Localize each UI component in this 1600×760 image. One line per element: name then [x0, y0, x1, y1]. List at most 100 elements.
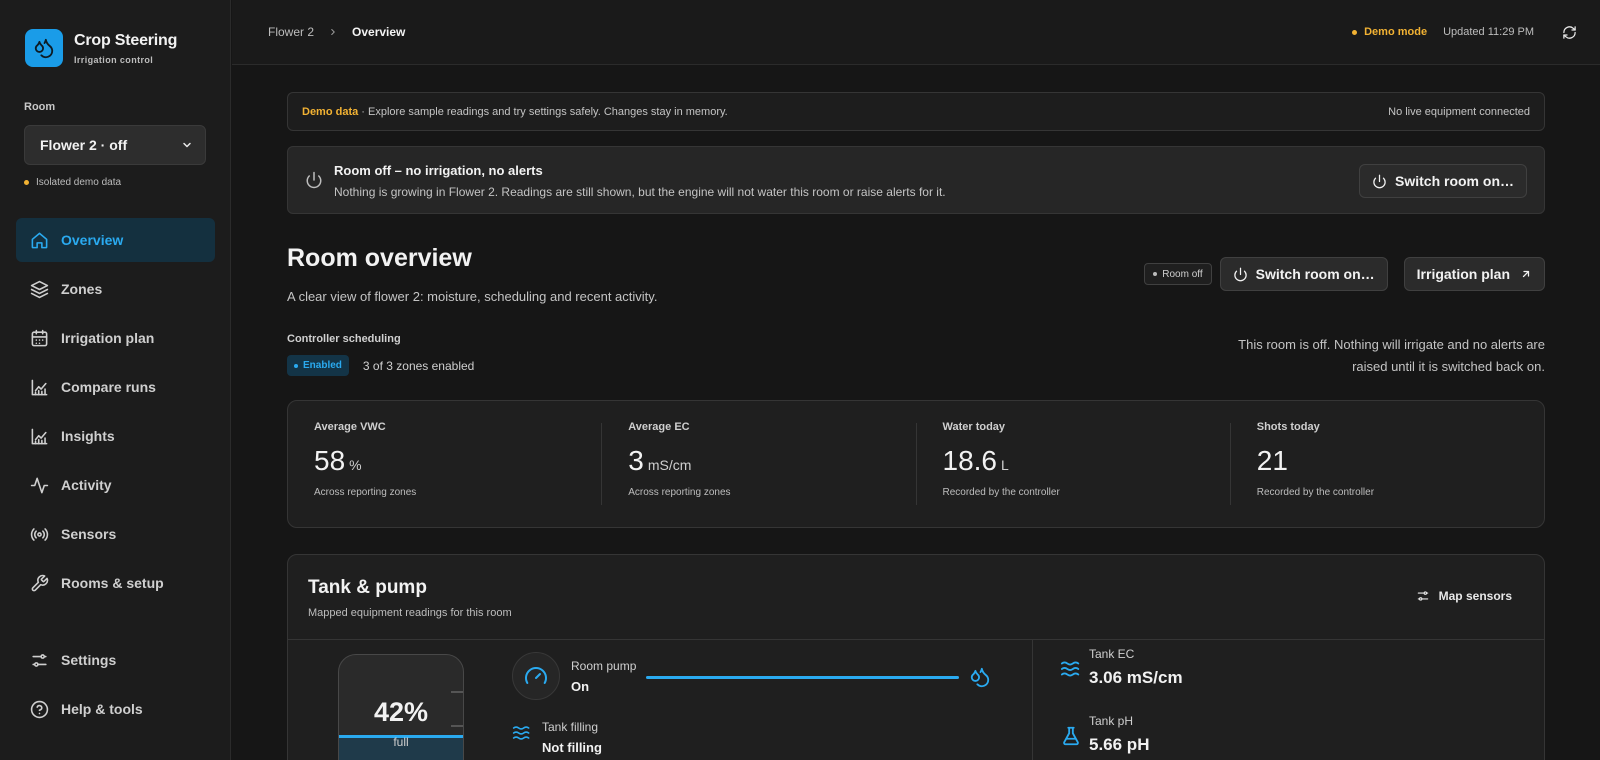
sidebar-item-label: Activity	[61, 477, 112, 493]
brand[interactable]: Crop Steering Irrigation control	[25, 29, 177, 67]
arrow-up-right-icon	[1520, 268, 1532, 280]
stat-label: Shots today	[1256, 421, 1320, 433]
irrigation-plan-label: Irrigation plan	[1416, 266, 1510, 282]
sidebar-item-label: Help & tools	[61, 701, 143, 717]
chevron-down-icon	[181, 139, 193, 151]
stat-value: 58	[314, 445, 346, 476]
chart-icon	[29, 377, 49, 397]
chevron-right-icon	[328, 27, 338, 37]
status-dot	[1153, 272, 1158, 276]
sidebar-item-label: Insights	[61, 428, 115, 444]
no-equipment-note: No live equipment connected	[1388, 105, 1530, 118]
power-icon	[1372, 174, 1387, 189]
pump-status: On	[571, 679, 590, 694]
sidebar-item-zones[interactable]: Zones	[16, 267, 215, 311]
refresh-icon[interactable]	[1560, 23, 1578, 41]
sidebar-item-irrigation-plan[interactable]: Irrigation plan	[16, 316, 215, 360]
pump-label: Room pump	[571, 659, 637, 673]
room-select[interactable]: Flower 2 · off	[24, 125, 206, 165]
demo-banner-text: · Explore sample readings and try settin…	[358, 105, 728, 118]
sidebar-item-overview[interactable]: Overview	[16, 218, 215, 262]
tank-filling-label: Tank filling	[542, 720, 599, 734]
controller-scheduling-row: Enabled 3 of 3 zones enabled	[287, 355, 474, 376]
room-off-alert: Room off – no irrigation, no alerts Noth…	[287, 146, 1545, 214]
status-dot	[24, 180, 29, 185]
enabled-badge-text: Enabled	[303, 360, 342, 371]
home-icon	[29, 230, 49, 250]
sliders-icon	[1416, 589, 1430, 603]
stat-unit: mS/cm	[647, 457, 692, 473]
main-content: Demo data · Explore sample readings and …	[287, 92, 1545, 760]
breadcrumb-current: Overview	[352, 25, 406, 39]
stat-average-ec: Average EC 3 mS/cm Across reporting zones	[601, 421, 915, 505]
waves-icon	[1060, 658, 1082, 680]
calendar-icon	[29, 328, 49, 348]
tank-ph-label: Tank pH	[1089, 714, 1134, 728]
sidebar-item-help-tools[interactable]: Help & tools	[16, 687, 215, 731]
brand-title: Crop Steering	[74, 31, 178, 49]
pump-flow-line	[646, 676, 959, 679]
tank-ec-value: 3.06 mS/cm	[1089, 668, 1183, 687]
power-icon	[1233, 267, 1248, 282]
page-title: Room overview	[287, 244, 472, 272]
switch-room-on-label: Switch room on…	[1255, 266, 1375, 282]
sidebar-item-rooms-setup[interactable]: Rooms & setup	[16, 561, 215, 605]
room-select-value: Flower 2 · off	[40, 137, 128, 153]
layers-icon	[29, 279, 49, 299]
room-status-badge: Room off	[1144, 263, 1212, 285]
stat-caption: Recorded by the controller	[1256, 487, 1375, 498]
tank-level-word: full	[393, 735, 409, 749]
stat-label: Water today	[942, 421, 1006, 433]
switch-room-on-button[interactable]: Switch room on…	[1359, 164, 1527, 198]
gauge-icon	[512, 652, 560, 700]
sidebar-item-sensors[interactable]: Sensors	[16, 512, 215, 556]
sidebar-item-settings[interactable]: Settings	[16, 638, 215, 682]
sidebar-item-label: Rooms & setup	[61, 575, 164, 591]
help-icon	[29, 699, 49, 719]
sidebar: Crop Steering Irrigation control Room Fl…	[0, 0, 231, 760]
stat-caption: Across reporting zones	[628, 487, 731, 498]
sliders-icon	[29, 650, 49, 670]
sidebar-item-compare-runs[interactable]: Compare runs	[16, 365, 215, 409]
stat-unit: %	[349, 457, 362, 473]
tank-pump-panel: Tank & pump Mapped equipment readings fo…	[287, 554, 1545, 760]
isolated-note: Isolated demo data	[24, 177, 121, 188]
demo-data-banner: Demo data · Explore sample readings and …	[287, 92, 1545, 131]
irrigation-plan-button[interactable]: Irrigation plan	[1403, 257, 1545, 291]
status-dot	[1352, 29, 1358, 35]
demo-banner-message: Demo data · Explore sample readings and …	[302, 106, 728, 118]
zones-enabled-count: 3 of 3 zones enabled	[362, 358, 475, 373]
breadcrumb: Flower 2 Overview	[268, 25, 405, 39]
map-sensors-button[interactable]: Map sensors	[1416, 589, 1512, 603]
tank-pump-title: Tank & pump	[308, 577, 427, 598]
stat-average-vwc: Average VWC 58% Across reporting zones	[288, 421, 601, 505]
activity-icon	[29, 475, 49, 495]
switch-room-on-button[interactable]: Switch room on…	[1219, 257, 1388, 291]
page-subtitle: A clear view of flower 2: moisture, sche…	[287, 289, 658, 304]
stat-value: 18.6	[942, 445, 998, 476]
stat-caption: Recorded by the controller	[942, 487, 1060, 498]
sidebar-item-label: Compare runs	[61, 379, 156, 395]
top-bar: Flower 2 Overview Demo mode Updated 11:2…	[232, 0, 1600, 65]
demo-mode-badge: Demo mode	[1352, 26, 1427, 38]
room-off-text: Nothing is growing in Flower 2. Readings…	[334, 185, 946, 199]
updated-timestamp: Updated 11:29 PM	[1443, 26, 1534, 38]
demo-mode-label: Demo mode	[1364, 26, 1428, 38]
sidebar-item-label: Settings	[61, 652, 117, 668]
sidebar-item-activity[interactable]: Activity	[16, 463, 215, 507]
switch-room-on-label: Switch room on…	[1395, 173, 1514, 189]
sensor-icon	[29, 524, 49, 544]
stat-caption: Across reporting zones	[314, 487, 417, 498]
stat-value: 21	[1256, 445, 1288, 476]
divider	[1032, 639, 1033, 760]
divider	[288, 639, 1544, 640]
sidebar-item-insights[interactable]: Insights	[16, 414, 215, 458]
sidebar-item-label: Sensors	[61, 526, 117, 542]
waves-icon	[512, 723, 532, 743]
demo-data-tag: Demo data	[302, 105, 359, 118]
water-drops-icon	[969, 666, 991, 688]
power-icon	[305, 171, 323, 189]
status-dot	[294, 363, 298, 368]
tank-ec-label: Tank EC	[1089, 647, 1135, 661]
breadcrumb-parent[interactable]: Flower 2	[268, 25, 314, 39]
